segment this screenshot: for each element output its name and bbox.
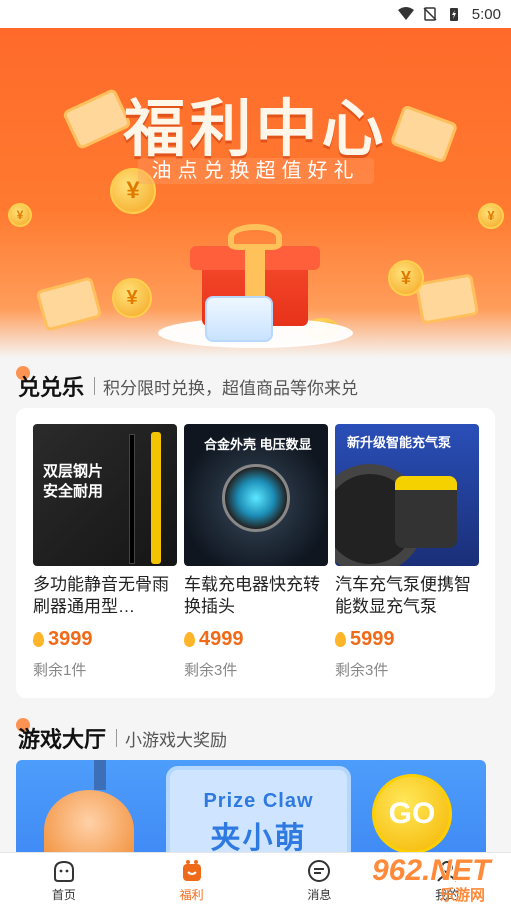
pump-device — [395, 476, 457, 548]
product-name: 车载充电器快充转换插头 — [184, 575, 320, 616]
coupon-decoration — [414, 273, 480, 325]
watermark-subtext: 乐游网 — [440, 887, 486, 904]
price-value: 4999 — [199, 628, 244, 650]
price-value: 3999 — [48, 628, 93, 650]
section-title: 游戏大厅 — [18, 727, 107, 752]
wiper-blade — [129, 434, 135, 564]
oil-drop-icon — [335, 632, 346, 647]
section-title: 兑兑乐 — [18, 375, 85, 400]
stock-remaining: 剩余3件 — [184, 662, 238, 679]
product-price: 5999 — [335, 628, 479, 651]
oil-drop-icon — [33, 632, 44, 647]
product-card: 双层钢片 安全耐用 多功能静音无骨雨刷器通用型… 3999 剩余1件 合金外壳 … — [16, 408, 495, 698]
tab-home[interactable]: 首页 — [0, 853, 128, 908]
section-description: 小游戏大奖励 — [125, 730, 228, 750]
product-name: 多功能静音无骨雨刷器通用型… — [33, 575, 169, 616]
prize-claw-banner[interactable]: Prize Claw 夹小萌 GO — [16, 760, 486, 860]
wiper-blade — [151, 432, 161, 564]
tab-label: 福利 — [179, 888, 204, 902]
stock-remaining: 剩余1件 — [33, 662, 87, 679]
game-section-header: 游戏大厅 小游戏大奖励 — [16, 718, 228, 754]
status-bar: 5:00 — [0, 0, 511, 28]
product-price: 3999 — [33, 628, 177, 651]
coin-icon: ¥ — [478, 203, 504, 229]
product-item[interactable]: 新升级智能充气泵 汽车充气泵便携智能数显充气泵 5999 剩余3件 — [335, 424, 479, 680]
image-caption: 安全耐用 — [43, 483, 104, 500]
oil-drop-icon — [184, 632, 195, 647]
game-title-en: Prize Claw — [203, 790, 314, 812]
exchange-section-header: 兑兑乐 积分限时兑换，超值商品等你来兑 — [16, 366, 359, 402]
battery-charging-icon — [449, 8, 458, 21]
tab-messages[interactable]: 消息 — [256, 853, 384, 908]
image-caption: 合金外壳 电压数显 — [204, 437, 312, 452]
coin-icon: ¥ — [388, 260, 424, 296]
tab-welfare[interactable]: 福利 — [128, 853, 256, 908]
price-value: 5999 — [350, 628, 395, 650]
car-gift-icon — [205, 296, 273, 342]
product-image: 合金外壳 电压数显 — [184, 424, 328, 566]
message-icon — [308, 860, 331, 882]
coupon-decoration — [35, 276, 103, 332]
section-description: 积分限时兑换，超值商品等你来兑 — [103, 378, 359, 398]
mascot-image — [44, 790, 134, 860]
claw-icon — [94, 760, 106, 790]
game-title-cn: 夹小萌 — [210, 822, 307, 855]
coin-icon: ¥ — [112, 278, 152, 318]
product-name: 汽车充气泵便携智能数显充气泵 — [335, 575, 471, 616]
product-item[interactable]: 双层钢片 安全耐用 多功能静音无骨雨刷器通用型… 3999 剩余1件 — [33, 424, 177, 680]
image-caption: 双层钢片 — [43, 463, 104, 480]
go-button[interactable]: GO — [372, 774, 452, 854]
product-price: 4999 — [184, 628, 328, 651]
welfare-gift-icon — [182, 860, 201, 881]
no-sim-icon — [423, 7, 437, 21]
game-title-panel: Prize Claw 夹小萌 — [166, 766, 351, 860]
tab-label: 消息 — [307, 888, 332, 902]
image-caption: 新升级智能充气泵 — [347, 435, 452, 450]
divider — [94, 377, 96, 395]
status-time: 5:00 — [471, 5, 501, 23]
coin-icon: ¥ — [8, 203, 32, 227]
welfare-banner: ¥ ¥ ¥ ¥ ¥ 福利中心 油点兑换超值好礼 — [0, 28, 511, 358]
product-item[interactable]: 合金外壳 电压数显 车载充电器快充转换插头 4999 剩余3件 — [184, 424, 328, 680]
home-face-icon — [53, 860, 74, 882]
divider — [116, 729, 118, 747]
charger-device — [222, 464, 290, 532]
wifi-icon — [397, 7, 414, 20]
stock-remaining: 剩余3件 — [335, 662, 389, 679]
banner-subtitle: 油点兑换超值好礼 — [0, 154, 511, 184]
tab-label: 首页 — [51, 888, 76, 902]
product-image: 新升级智能充气泵 — [335, 424, 479, 566]
product-image: 双层钢片 安全耐用 — [33, 424, 177, 566]
